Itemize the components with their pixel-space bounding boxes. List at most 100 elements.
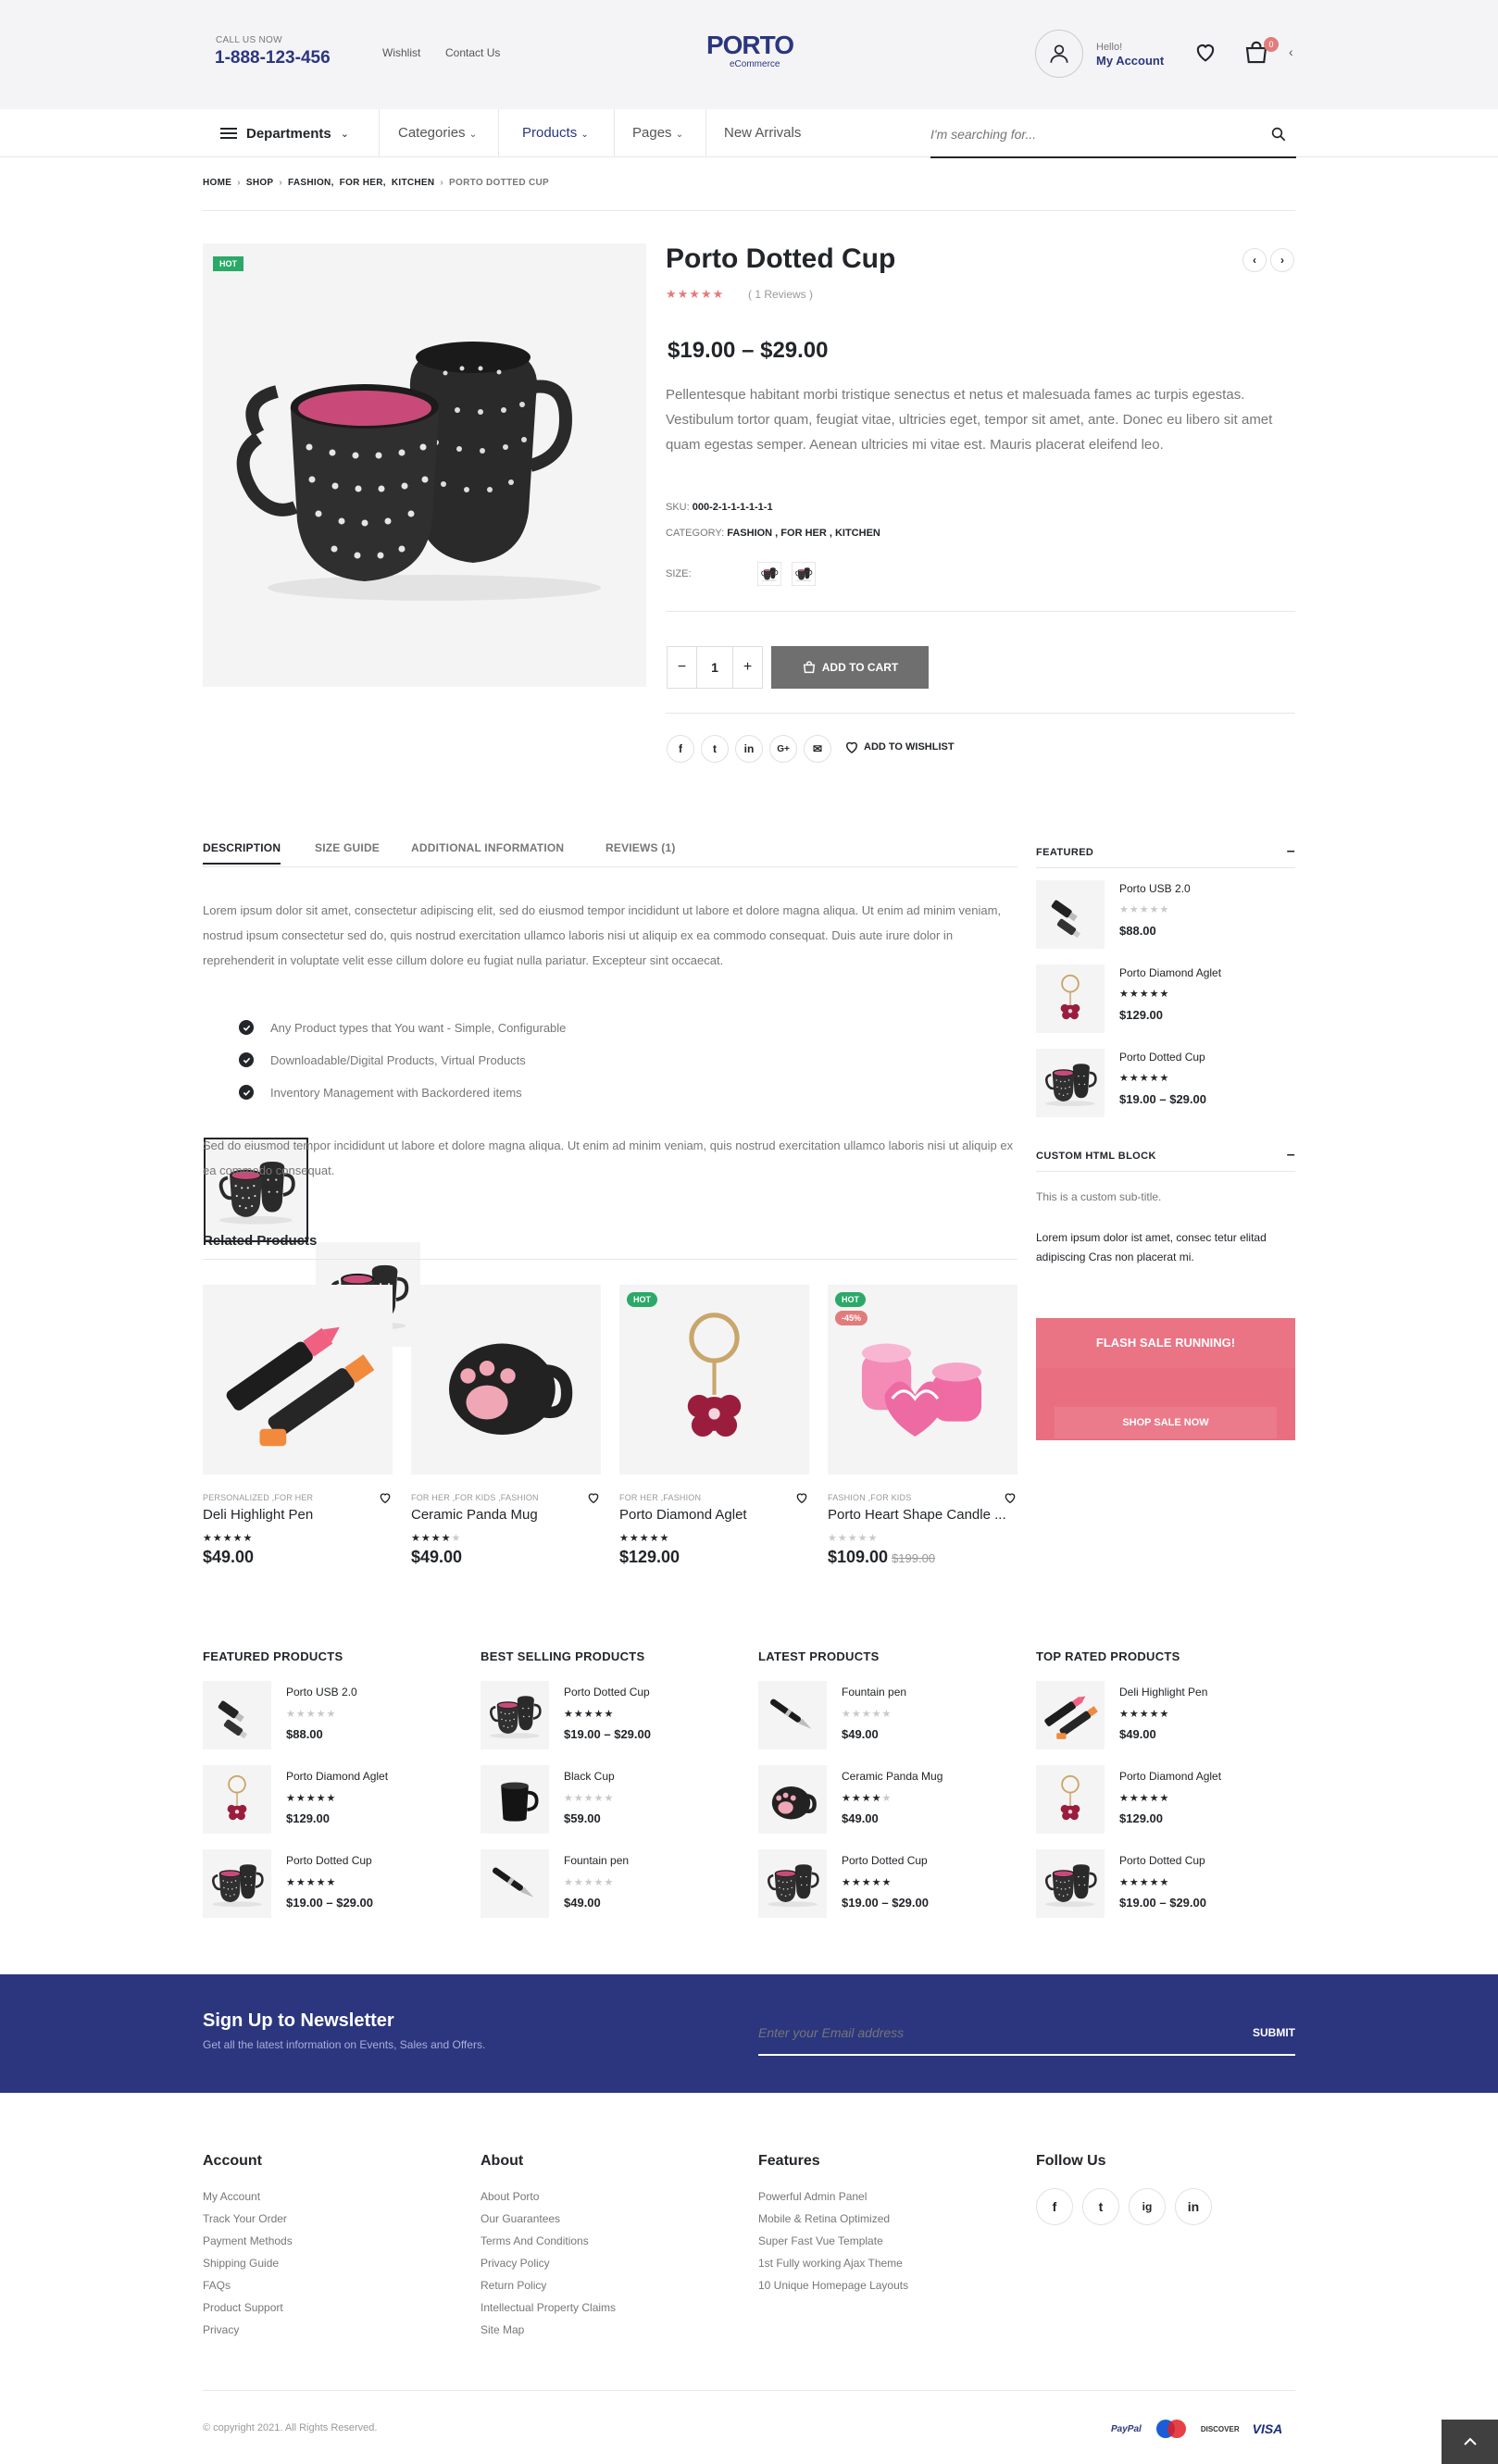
widget-product[interactable]: Porto Dotted Cup ★★★★★ $19.00 – $29.00 xyxy=(758,1849,1017,1920)
heart-icon[interactable] xyxy=(1192,39,1218,65)
product-image[interactable] xyxy=(203,1285,393,1475)
footer-link[interactable]: Track Your Order xyxy=(203,2208,287,2230)
product-thumbnail[interactable] xyxy=(1036,964,1105,1033)
contact-link[interactable]: Contact Us xyxy=(445,46,500,59)
widget-product[interactable]: Porto Diamond Aglet ★★★★★ $129.00 xyxy=(203,1765,462,1836)
related-product-card[interactable]: FOR HER ,FOR KIDS ,FASHION Ceramic Panda … xyxy=(411,1285,601,1581)
product-name[interactable]: Porto Diamond Aglet xyxy=(619,1507,809,1523)
wishlist-heart-icon[interactable] xyxy=(1003,1490,1017,1505)
product-name[interactable]: Fountain pen xyxy=(564,1854,629,1867)
share-linkedin-icon[interactable]: in xyxy=(735,735,763,763)
widget-product[interactable]: Porto Dotted Cup ★★★★★ $19.00 – $29.00 xyxy=(481,1681,740,1751)
share-facebook-icon[interactable]: f xyxy=(667,735,694,763)
sidebar-product[interactable]: Porto Diamond Aglet ★★★★★ $129.00 xyxy=(1036,962,1295,1036)
prev-product-button[interactable]: ‹ xyxy=(1242,248,1267,272)
facebook-icon[interactable]: f xyxy=(1036,2188,1073,2225)
product-name[interactable]: Porto Dotted Cup xyxy=(842,1854,928,1867)
product-categories[interactable]: PERSONALIZED ,FOR HER xyxy=(203,1493,313,1502)
breadcrumb-home[interactable]: HOME xyxy=(203,178,231,188)
footer-link[interactable]: Our Guarantees xyxy=(481,2208,560,2230)
widget-product[interactable]: Black Cup ★★★★★ $59.00 xyxy=(481,1765,740,1836)
twitter-icon[interactable]: t xyxy=(1082,2188,1119,2225)
sidebar-product[interactable]: Porto USB 2.0 ★★★★★ $88.00 xyxy=(1036,877,1295,952)
footer-link[interactable]: Privacy xyxy=(203,2319,239,2341)
related-product-card[interactable]: PERSONALIZED ,FOR HER Deli Highlight Pen ★… xyxy=(203,1285,393,1581)
product-thumbnail[interactable] xyxy=(481,1765,549,1834)
flash-sale-banner[interactable]: FLASH SALE RUNNING! SHOP SALE NOW xyxy=(1036,1318,1295,1440)
product-name[interactable]: Ceramic Panda Mug xyxy=(842,1770,942,1783)
product-name[interactable]: Porto USB 2.0 xyxy=(286,1686,357,1699)
wishlist-heart-icon[interactable] xyxy=(586,1490,601,1505)
product-name[interactable]: Porto Diamond Aglet xyxy=(1119,1770,1221,1783)
product-image[interactable] xyxy=(619,1285,809,1475)
product-thumbnail[interactable] xyxy=(1036,1049,1105,1117)
newsletter-email-input[interactable] xyxy=(758,2017,1166,2048)
product-name[interactable]: Porto USB 2.0 xyxy=(1119,882,1191,895)
shop-sale-button[interactable]: SHOP SALE NOW xyxy=(1055,1407,1277,1438)
widget-product[interactable]: Porto Dotted Cup ★★★★★ $19.00 – $29.00 xyxy=(1036,1849,1295,1920)
linkedin-icon[interactable]: in xyxy=(1175,2188,1212,2225)
share-twitter-icon[interactable]: t xyxy=(701,735,729,763)
footer-link[interactable]: Intellectual Property Claims xyxy=(481,2296,616,2319)
footer-link[interactable]: 10 Unique Homepage Layouts xyxy=(758,2274,908,2296)
product-thumbnail[interactable] xyxy=(203,1849,271,1918)
qty-input[interactable]: 1 xyxy=(697,647,732,688)
breadcrumb-fashion[interactable]: FASHION, xyxy=(288,178,334,188)
widget-product[interactable]: Porto Diamond Aglet ★★★★★ $129.00 xyxy=(1036,1765,1295,1836)
nav-categories[interactable]: Categories ⌄ xyxy=(380,109,499,157)
product-categories[interactable]: FOR HER ,FASHION xyxy=(619,1493,701,1502)
product-thumbnail[interactable] xyxy=(203,1765,271,1834)
qty-plus-button[interactable]: + xyxy=(732,647,762,688)
tab-description[interactable]: DESCRIPTION xyxy=(203,841,281,865)
search-icon[interactable] xyxy=(1270,126,1287,143)
product-thumbnail[interactable] xyxy=(758,1765,827,1834)
widget-product[interactable]: Porto Dotted Cup ★★★★★ $19.00 – $29.00 xyxy=(203,1849,462,1920)
footer-link[interactable]: 1st Fully working Ajax Theme xyxy=(758,2252,903,2274)
widget-product[interactable]: Fountain pen ★★★★★ $49.00 xyxy=(481,1849,740,1920)
phone-number[interactable]: 1-888-123-456 xyxy=(215,48,331,68)
breadcrumb-for-her[interactable]: FOR HER, xyxy=(340,178,386,188)
product-main-image[interactable] xyxy=(203,243,646,687)
wishlist-link[interactable]: Wishlist xyxy=(382,46,420,59)
product-thumbnail[interactable] xyxy=(481,1681,549,1749)
product-thumbnail[interactable] xyxy=(758,1681,827,1749)
footer-link[interactable]: FAQs xyxy=(203,2274,231,2296)
size-option-2[interactable] xyxy=(792,562,816,586)
logo[interactable]: PORTO eCommerce xyxy=(702,31,798,70)
nav-new-arrivals[interactable]: New Arrivals xyxy=(706,109,818,157)
footer-link[interactable]: About Porto xyxy=(481,2185,539,2208)
product-thumbnail[interactable] xyxy=(203,1681,271,1749)
widget-product[interactable]: Fountain pen ★★★★★ $49.00 xyxy=(758,1681,1017,1751)
product-thumbnail[interactable] xyxy=(1036,880,1105,949)
tab-reviews[interactable]: REVIEWS (1) xyxy=(605,841,676,854)
product-name[interactable]: Porto Dotted Cup xyxy=(1119,1854,1205,1867)
widget-product[interactable]: Porto USB 2.0 ★★★★★ $88.00 xyxy=(203,1681,462,1751)
breadcrumb-shop[interactable]: SHOP xyxy=(246,178,274,188)
next-product-button[interactable]: › xyxy=(1270,248,1294,272)
product-name[interactable]: Black Cup xyxy=(564,1770,615,1783)
instagram-icon[interactable]: ig xyxy=(1129,2188,1166,2225)
product-categories[interactable]: FASHION ,FOR KIDS xyxy=(828,1493,911,1502)
product-thumbnail[interactable] xyxy=(481,1849,549,1918)
widget-product[interactable]: Deli Highlight Pen ★★★★★ $49.00 xyxy=(1036,1681,1295,1751)
footer-link[interactable]: Shipping Guide xyxy=(203,2252,279,2274)
product-name[interactable]: Porto Dotted Cup xyxy=(564,1686,650,1699)
newsletter-submit-button[interactable]: SUBMIT xyxy=(1253,2026,1295,2039)
tab-additional-information[interactable]: ADDITIONAL INFORMATION xyxy=(411,841,564,854)
wishlist-heart-icon[interactable] xyxy=(794,1490,809,1505)
reviews-link[interactable]: ( 1 Reviews ) xyxy=(748,288,813,301)
wishlist-heart-icon[interactable] xyxy=(378,1490,393,1505)
product-categories[interactable]: FOR HER ,FOR KIDS ,FASHION xyxy=(411,1493,539,1502)
footer-link[interactable]: Return Policy xyxy=(481,2274,546,2296)
footer-link[interactable]: Payment Methods xyxy=(203,2230,293,2252)
my-account-link[interactable]: My Account xyxy=(1096,54,1164,68)
product-name[interactable]: Porto Dotted Cup xyxy=(1119,1051,1205,1064)
product-name[interactable]: Deli Highlight Pen xyxy=(203,1507,393,1523)
footer-link[interactable]: Mobile & Retina Optimized xyxy=(758,2208,890,2230)
footer-link[interactable]: Super Fast Vue Template xyxy=(758,2230,883,2252)
product-name[interactable]: Fountain pen xyxy=(842,1686,906,1699)
product-name[interactable]: Deli Highlight Pen xyxy=(1119,1686,1207,1699)
scroll-to-top-button[interactable] xyxy=(1442,2420,1498,2464)
product-name[interactable]: Porto Diamond Aglet xyxy=(286,1770,388,1783)
product-thumbnail[interactable] xyxy=(758,1849,827,1918)
